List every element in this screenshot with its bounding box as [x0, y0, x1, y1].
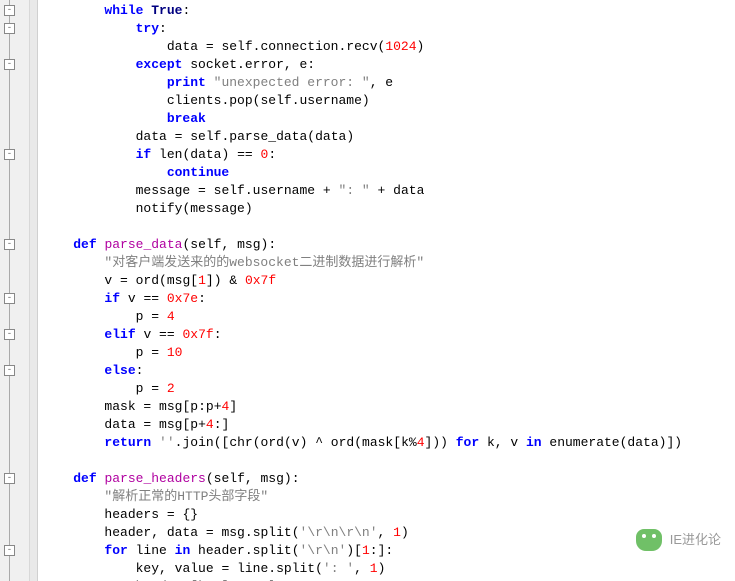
code-line: mask = msg[p:p+4]: [42, 398, 735, 416]
code-line: print "unexpected error: ", e: [42, 74, 735, 92]
code-line: notify(message): [42, 200, 735, 218]
code-body[interactable]: while True: try: data = self.connection.…: [38, 0, 735, 581]
fold-toggle[interactable]: -: [4, 23, 15, 34]
fold-toggle[interactable]: -: [4, 329, 15, 340]
code-line: if v == 0x7e:: [42, 290, 735, 308]
code-line: [42, 452, 735, 470]
code-line: else:: [42, 362, 735, 380]
code-line: data = msg[p+4:]: [42, 416, 735, 434]
code-line: "解析正常的HTTP头部字段": [42, 488, 735, 506]
code-line: headers = {}: [42, 506, 735, 524]
code-line: while True:: [42, 2, 735, 20]
code-line: try:: [42, 20, 735, 38]
code-line: message = self.username + ": " + data: [42, 182, 735, 200]
code-line: if len(data) == 0:: [42, 146, 735, 164]
gutter-fold-column: [29, 0, 37, 581]
code-line: p = 10: [42, 344, 735, 362]
code-line: return ''.join([chr(ord(v) ^ ord(mask[k%…: [42, 434, 735, 452]
fold-toggle[interactable]: -: [4, 365, 15, 376]
code-line: p = 2: [42, 380, 735, 398]
code-line: p = 4: [42, 308, 735, 326]
wechat-icon: [636, 529, 662, 551]
fold-toggle[interactable]: -: [4, 239, 15, 250]
code-line: clients.pop(self.username): [42, 92, 735, 110]
code-line: continue: [42, 164, 735, 182]
fold-toggle[interactable]: -: [4, 473, 15, 484]
code-line: def parse_headers(self, msg):: [42, 470, 735, 488]
watermark-text: IE进化论: [670, 531, 721, 549]
fold-toggle[interactable]: -: [4, 293, 15, 304]
code-line: "对客户端发送来的的websocket二进制数据进行解析": [42, 254, 735, 272]
code-line: def parse_data(self, msg):: [42, 236, 735, 254]
fold-toggle[interactable]: -: [4, 59, 15, 70]
code-line: data = self.connection.recv(1024): [42, 38, 735, 56]
code-line: key, value = line.split(': ', 1): [42, 560, 735, 578]
code-line: data = self.parse_data(data): [42, 128, 735, 146]
code-editor: - - - - - - - - - - while True: try: data = self.…: [0, 0, 735, 581]
code-line: header, data = msg.split('\r\n\r\n', 1): [42, 524, 735, 542]
gutter: - - - - - - - - - -: [0, 0, 38, 581]
code-line: [42, 218, 735, 236]
fold-guideline: [9, 0, 10, 581]
fold-toggle[interactable]: -: [4, 545, 15, 556]
code-line: for line in header.split('\r\n')[1:]:: [42, 542, 735, 560]
fold-toggle[interactable]: -: [4, 149, 15, 160]
code-line: break: [42, 110, 735, 128]
code-line: except socket.error, e:: [42, 56, 735, 74]
code-line: elif v == 0x7f:: [42, 326, 735, 344]
fold-toggle[interactable]: -: [4, 5, 15, 16]
code-line: v = ord(msg[1]) & 0x7f: [42, 272, 735, 290]
watermark: IE进化论: [636, 529, 721, 551]
